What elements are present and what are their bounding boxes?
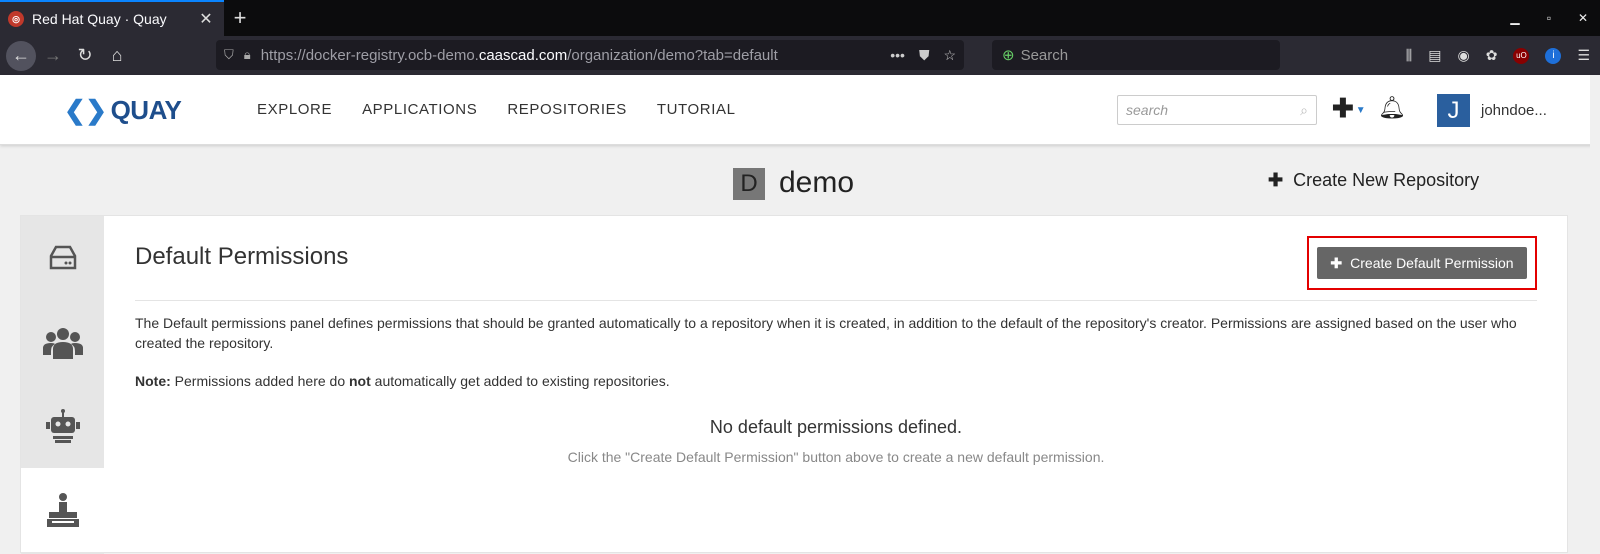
note-pre: Permissions added here do bbox=[174, 373, 346, 389]
org-panel: Default Permissions ✚ Create Default Perm… bbox=[20, 215, 1568, 554]
main-nav: EXPLORE APPLICATIONS REPOSITORIES TUTORI… bbox=[257, 101, 736, 118]
browser-toolbar: ⫼ ▤ ◉ ✿ uO i ☰ bbox=[1406, 36, 1590, 75]
more-actions-icon[interactable]: ••• bbox=[890, 47, 905, 64]
search-engine-icon: ⊕ bbox=[1002, 47, 1015, 64]
create-default-permission-button[interactable]: ✚ Create Default Permission bbox=[1317, 247, 1527, 279]
username[interactable]: johndoe... bbox=[1481, 102, 1547, 119]
sidebar-item-repositories[interactable] bbox=[21, 216, 104, 300]
nav-explore[interactable]: EXPLORE bbox=[257, 101, 332, 118]
ublock-icon[interactable]: uO bbox=[1513, 47, 1530, 64]
org-header: D demo ✚ Create New Repository bbox=[0, 160, 1590, 210]
close-tab-icon[interactable]: ✕ bbox=[196, 9, 216, 29]
url-domain: caascad.com bbox=[478, 46, 568, 64]
reload-icon[interactable]: ↻ bbox=[70, 41, 100, 71]
nav-applications[interactable]: APPLICATIONS bbox=[362, 101, 477, 118]
repositories-icon bbox=[49, 245, 76, 270]
create-default-permission-label: Create Default Permission bbox=[1350, 255, 1514, 271]
browser-tab[interactable]: ◎ Red Hat Quay · Quay ✕ bbox=[0, 0, 224, 36]
menu-icon[interactable]: ☰ bbox=[1577, 47, 1590, 64]
browser-search-input[interactable]: ⊕ Search bbox=[992, 40, 1280, 70]
robots-icon bbox=[45, 409, 80, 443]
bookmark-star-icon[interactable]: ☆ bbox=[943, 47, 956, 64]
close-window-icon[interactable]: ✕ bbox=[1566, 11, 1600, 25]
account-icon[interactable]: ◉ bbox=[1457, 47, 1469, 64]
password-manager-icon[interactable]: i bbox=[1545, 47, 1562, 64]
create-new-repository-link[interactable]: ✚ Create New Repository bbox=[1268, 170, 1479, 191]
highlight-box: ✚ Create Default Permission bbox=[1307, 236, 1537, 290]
sidebar-item-default-permissions[interactable] bbox=[21, 468, 104, 552]
search-icon: ⌕ bbox=[1300, 101, 1308, 118]
header-search-placeholder: search bbox=[1126, 102, 1169, 118]
quay-logo-icon: ❮❯ bbox=[64, 95, 107, 125]
new-tab-icon[interactable]: + bbox=[224, 0, 256, 36]
note-text: Note: Permissions added here do not auto… bbox=[135, 373, 670, 389]
url-prefix: https://docker-registry.ocb-demo. bbox=[260, 46, 479, 64]
maximize-icon[interactable]: ▫ bbox=[1532, 11, 1566, 25]
create-repo-label: Create New Repository bbox=[1293, 170, 1480, 190]
forward-icon[interactable]: → bbox=[38, 41, 68, 71]
tab-title: Red Hat Quay · Quay bbox=[32, 11, 167, 27]
quay-logo[interactable]: ❮❯ QUAY bbox=[64, 95, 182, 126]
notifications-bell-icon[interactable]: 🔔︎ bbox=[1378, 95, 1406, 121]
empty-state-title: No default permissions defined. bbox=[709, 417, 963, 437]
org-name: demo bbox=[779, 166, 855, 199]
browser-tabbar: ◎ Red Hat Quay · Quay ✕ + ▁ ▫ ✕ bbox=[0, 0, 1600, 36]
empty-state-hint: Click the "Create Default Permission" bu… bbox=[567, 449, 1105, 465]
default-permissions-icon bbox=[46, 493, 79, 527]
app-header: ❮❯ QUAY EXPLORE APPLICATIONS REPOSITORIE… bbox=[0, 75, 1600, 145]
avatar[interactable]: J bbox=[1437, 94, 1470, 127]
org-avatar: D bbox=[733, 168, 765, 200]
header-search-input[interactable]: search ⌕ bbox=[1117, 95, 1317, 125]
shield-icon[interactable]: ⛉ bbox=[224, 47, 234, 63]
window-controls: ▁ ▫ ✕ bbox=[1498, 0, 1600, 36]
create-menu-button[interactable]: ✚ ▼ bbox=[1332, 93, 1366, 124]
back-icon[interactable]: ← bbox=[6, 40, 36, 71]
nav-repositories[interactable]: REPOSITORIES bbox=[507, 101, 626, 118]
url-text[interactable]: https://docker-registry.ocb-demo.caascad… bbox=[261, 47, 891, 64]
sidebar-icon[interactable]: ▤ bbox=[1428, 47, 1441, 64]
teams-icon bbox=[42, 328, 83, 359]
library-icon[interactable]: ⫼ bbox=[1406, 47, 1412, 64]
note-bold: not bbox=[349, 373, 371, 389]
sidebar-item-teams[interactable] bbox=[21, 300, 104, 384]
plus-icon: ✚ bbox=[1330, 254, 1343, 271]
chevron-down-icon: ▼ bbox=[1355, 104, 1366, 116]
minimize-icon[interactable]: ▁ bbox=[1498, 11, 1532, 25]
org-sidebar bbox=[21, 216, 104, 554]
url-bar[interactable]: ⛉ 🔒︎ https://docker-registry.ocb-demo.ca… bbox=[216, 40, 964, 70]
nav-tutorial[interactable]: TUTORIAL bbox=[657, 101, 736, 118]
browser-search-placeholder: Search bbox=[1020, 46, 1069, 64]
browser-navbar: ← → ↻ ⌂ ⛉ 🔒︎ https://docker-registry.ocb… bbox=[0, 36, 1600, 75]
logo-text: QUAY bbox=[110, 95, 182, 125]
page-scrollbar[interactable] bbox=[1590, 75, 1600, 553]
note-post: automatically get added to existing repo… bbox=[374, 373, 670, 389]
lock-icon[interactable]: 🔒︎ bbox=[244, 47, 251, 63]
page-title: Default Permissions bbox=[135, 243, 349, 270]
url-suffix: /organization/demo?tab=default bbox=[567, 46, 778, 64]
note-label: Note: bbox=[135, 373, 171, 389]
plus-icon: ✚ bbox=[1268, 170, 1284, 190]
description-text: The Default permissions panel defines pe… bbox=[135, 315, 1517, 351]
extension-icon[interactable]: ✿ bbox=[1486, 47, 1498, 64]
quay-favicon-icon: ◎ bbox=[8, 11, 24, 27]
divider bbox=[135, 300, 1537, 301]
home-icon[interactable]: ⌂ bbox=[102, 41, 132, 71]
sidebar-item-robots[interactable] bbox=[21, 384, 104, 468]
pocket-icon[interactable]: ⛊ bbox=[919, 47, 930, 64]
